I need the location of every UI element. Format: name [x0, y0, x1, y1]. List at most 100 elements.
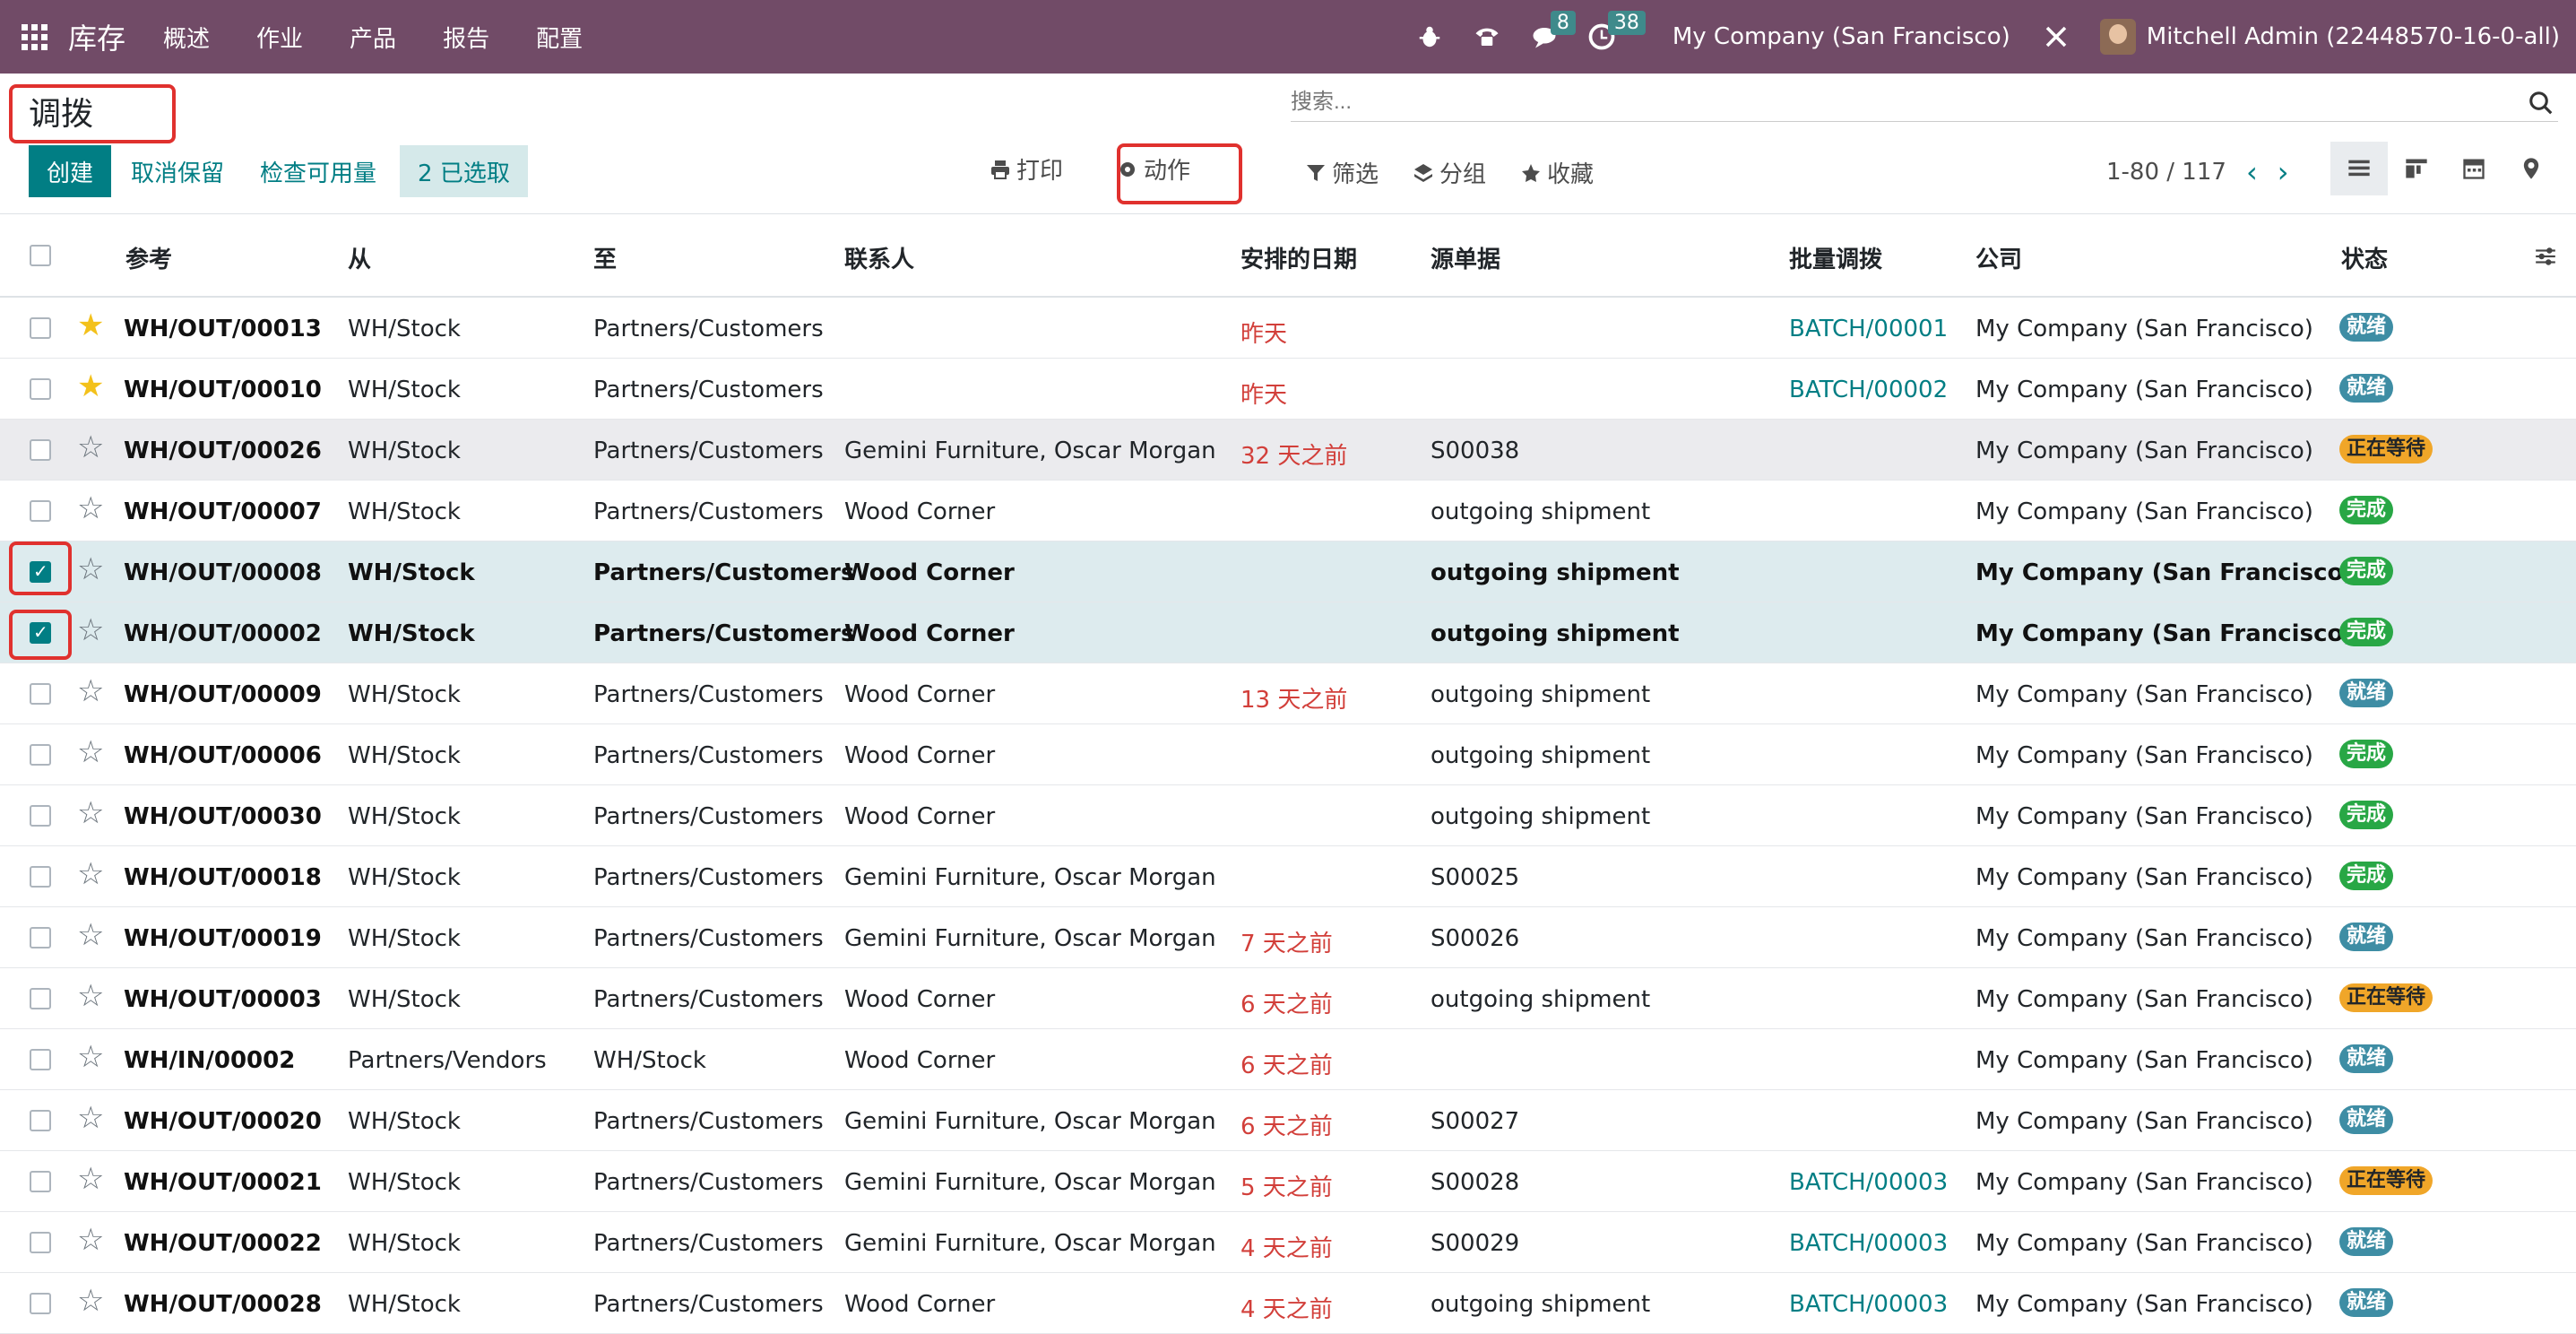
row-checkbox[interactable]	[30, 500, 51, 522]
priority-star-icon[interactable]: ☆	[77, 1042, 104, 1072]
user-menu[interactable]: Mitchell Admin (22448570-16-0-all)	[2147, 23, 2560, 50]
table-row[interactable]: ☆ WH/OUT/00030 WH/Stock Partners/Customers W…	[0, 785, 2576, 846]
select-all-checkbox[interactable]	[30, 245, 51, 266]
table-row[interactable]: ☆ WH/OUT/00006 WH/Stock Partners/Customers W…	[0, 724, 2576, 785]
priority-star-icon[interactable]: ☆	[77, 859, 104, 889]
table-row[interactable]: ☆ WH/OUT/00021 WH/Stock Partners/Customers G…	[0, 1151, 2576, 1212]
row-checkbox[interactable]	[30, 744, 51, 766]
source-document-cell: S00028	[1431, 1169, 1520, 1196]
menu-reporting[interactable]: 报告	[443, 21, 489, 54]
calendar-view-button[interactable]	[2445, 142, 2503, 195]
table-row[interactable]: ☆ WH/OUT/00028 WH/Stock Partners/Customers W…	[0, 1273, 2576, 1334]
map-view-button[interactable]	[2503, 142, 2560, 195]
col-source-document[interactable]: 源单据	[1431, 241, 1500, 274]
kanban-view-button[interactable]	[2388, 142, 2445, 195]
priority-star-icon[interactable]: ☆	[77, 798, 104, 828]
table-row[interactable]: ☆ WH/OUT/00003 WH/Stock Partners/Customers W…	[0, 968, 2576, 1029]
priority-star-icon[interactable]: ☆	[77, 554, 104, 585]
row-checkbox[interactable]	[30, 805, 51, 827]
priority-star-icon[interactable]: ★	[77, 310, 104, 341]
table-row[interactable]: ☆ WH/OUT/00009 WH/Stock Partners/Customers W…	[0, 663, 2576, 724]
table-row[interactable]: ★ WH/OUT/00013 WH/Stock Partners/Customers 昨…	[0, 298, 2576, 359]
priority-star-icon[interactable]: ☆	[77, 1225, 104, 1255]
row-checkbox[interactable]	[30, 1293, 51, 1314]
search-icon[interactable]	[2528, 90, 2554, 117]
pager-previous-icon[interactable]: ‹	[2246, 158, 2258, 186]
highlight-checkbox-2	[9, 610, 72, 660]
priority-star-icon[interactable]: ☆	[77, 1103, 104, 1133]
batch-transfer-cell[interactable]: BATCH/00003	[1789, 1169, 1948, 1196]
table-row[interactable]: ☆ WH/OUT/00026 WH/Stock Partners/Customers G…	[0, 420, 2576, 481]
row-checkbox[interactable]	[30, 439, 51, 461]
batch-transfer-cell[interactable]: BATCH/00002	[1789, 377, 1948, 403]
table-row[interactable]: ☆ WH/OUT/00019 WH/Stock Partners/Customers G…	[0, 907, 2576, 968]
check-availability-button[interactable]: 检查可用量	[260, 155, 376, 188]
menu-configuration[interactable]: 配置	[536, 21, 583, 54]
table-row[interactable]: ☆ WH/OUT/00020 WH/Stock Partners/Customers G…	[0, 1090, 2576, 1151]
filter-button[interactable]: 筛选	[1305, 156, 1379, 189]
col-to[interactable]: 至	[593, 241, 617, 274]
row-checkbox[interactable]	[30, 1171, 51, 1192]
priority-star-icon[interactable]: ☆	[77, 1286, 104, 1316]
table-row[interactable]: ☆ WH/OUT/00008 WH/Stock Partners/CustomersW…	[0, 541, 2576, 602]
unreserve-button[interactable]: 取消保留	[131, 155, 224, 188]
print-button[interactable]: 打印	[990, 152, 1063, 186]
apps-menu-button[interactable]	[0, 0, 68, 74]
col-contact[interactable]: 联系人	[844, 241, 914, 274]
table-row[interactable]: ★ WH/OUT/00010 WH/Stock Partners/Customers 昨…	[0, 359, 2576, 420]
priority-star-icon[interactable]: ★	[77, 371, 104, 402]
app-name[interactable]: 库存	[68, 16, 125, 57]
row-checkbox[interactable]	[30, 988, 51, 1009]
activities-button[interactable]: 38	[1588, 11, 1646, 50]
menu-products[interactable]: 产品	[350, 21, 396, 54]
row-checkbox[interactable]	[30, 378, 51, 400]
priority-star-icon[interactable]: ☆	[77, 981, 104, 1011]
row-checkbox[interactable]	[30, 927, 51, 949]
batch-transfer-cell[interactable]: BATCH/00003	[1789, 1291, 1948, 1318]
table-row[interactable]: ☆ WH/OUT/00007 WH/Stock Partners/Customers W…	[0, 481, 2576, 541]
pager-next-icon[interactable]: ›	[2278, 158, 2289, 186]
messages-button[interactable]: 8	[1531, 11, 1576, 50]
table-row[interactable]: ☆ WH/OUT/00002 WH/Stock Partners/CustomersW…	[0, 602, 2576, 663]
priority-star-icon[interactable]: ☆	[77, 615, 104, 645]
priority-star-icon[interactable]: ☆	[77, 493, 104, 524]
avatar[interactable]	[2099, 19, 2136, 55]
row-checkbox[interactable]	[30, 317, 51, 339]
row-checkbox[interactable]	[30, 1232, 51, 1253]
row-checkbox[interactable]	[30, 866, 51, 888]
debug-button[interactable]	[1416, 23, 1443, 50]
priority-star-icon[interactable]: ☆	[77, 1164, 104, 1194]
table-row[interactable]: ☆ WH/OUT/00018 WH/Stock Partners/Customers G…	[0, 846, 2576, 907]
col-scheduled-date[interactable]: 安排的日期	[1240, 241, 1357, 274]
row-checkbox[interactable]	[30, 1110, 51, 1131]
menu-operations[interactable]: 作业	[256, 21, 303, 54]
list-view-button[interactable]	[2330, 142, 2388, 195]
batch-transfer-cell[interactable]: BATCH/00003	[1789, 1230, 1948, 1257]
col-from[interactable]: 从	[348, 241, 371, 274]
company-switcher[interactable]: My Company (San Francisco)	[1673, 23, 2010, 50]
row-checkbox[interactable]	[30, 683, 51, 705]
col-company[interactable]: 公司	[1975, 241, 2022, 274]
selection-count[interactable]: 2 已选取	[400, 145, 528, 197]
create-button[interactable]: 创建	[29, 145, 112, 197]
row-checkbox[interactable]	[30, 1049, 51, 1070]
groupby-button[interactable]: 分组	[1413, 156, 1486, 189]
col-status[interactable]: 状态	[2341, 241, 2388, 274]
column-settings-icon[interactable]	[2533, 245, 2558, 268]
table-row[interactable]: ☆ WH/OUT/00022 WH/Stock Partners/Customers G…	[0, 1212, 2576, 1273]
menu-overview[interactable]: 概述	[163, 21, 210, 54]
col-batch-transfer[interactable]: 批量调拨	[1789, 241, 1882, 274]
tools-button[interactable]	[2043, 23, 2070, 50]
search-input[interactable]	[1291, 84, 2510, 120]
voip-button[interactable]	[1474, 23, 1500, 50]
col-reference[interactable]: 参考	[125, 241, 172, 274]
priority-star-icon[interactable]: ☆	[77, 432, 104, 463]
batch-transfer-cell[interactable]: BATCH/00001	[1789, 316, 1948, 342]
pager-value[interactable]: 1-80 / 117	[2106, 159, 2226, 186]
status-badge: 就绪	[2339, 679, 2394, 707]
favorites-button[interactable]: 收藏	[1520, 156, 1594, 189]
priority-star-icon[interactable]: ☆	[77, 676, 104, 706]
priority-star-icon[interactable]: ☆	[77, 737, 104, 767]
priority-star-icon[interactable]: ☆	[77, 920, 104, 950]
table-row[interactable]: ☆ WH/IN/00002 Partners/Vendors WH/Stock Wood…	[0, 1029, 2576, 1090]
